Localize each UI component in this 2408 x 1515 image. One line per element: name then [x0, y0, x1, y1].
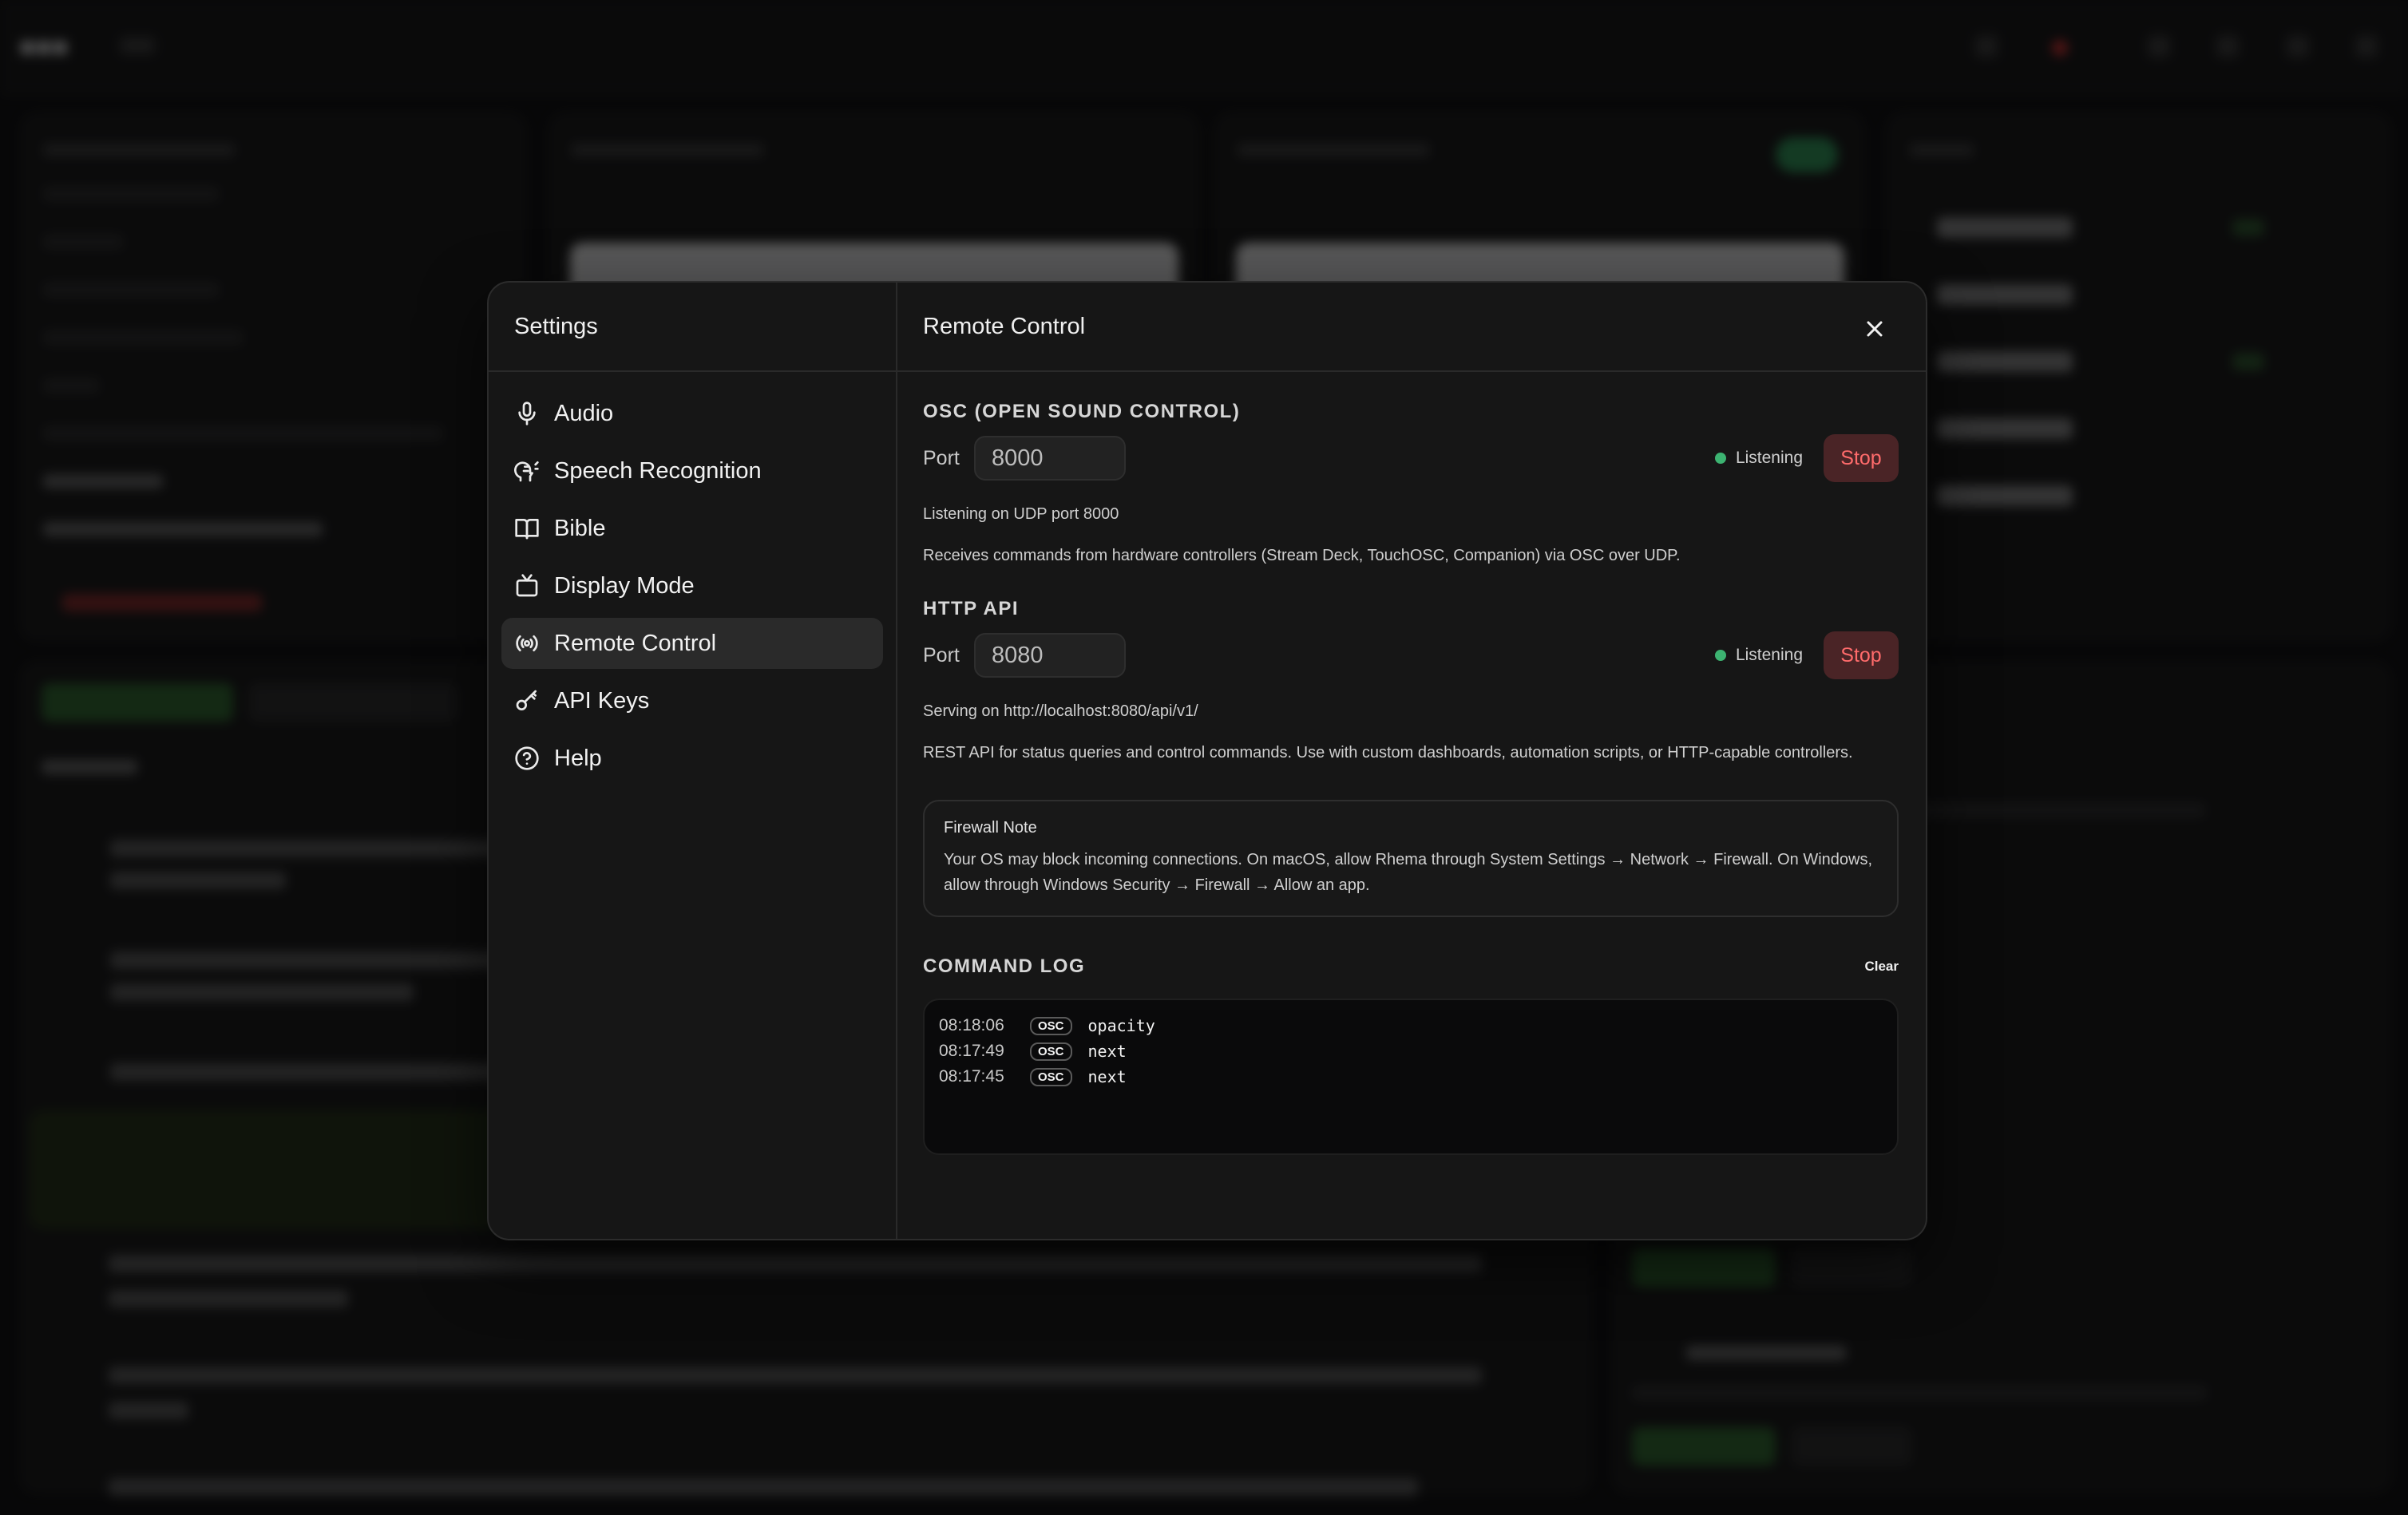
- nav-item-label: Bible: [554, 515, 606, 541]
- osc-port-row: Port Listening Stop: [923, 434, 1899, 482]
- command-log-heading: COMMAND LOG: [923, 955, 1086, 977]
- settings-title: Settings: [489, 283, 896, 372]
- remote-control-pane: Remote Control OSC (OPEN SOUND CONTROL) …: [897, 283, 1926, 1239]
- broadcast-icon: [513, 629, 541, 658]
- osc-heading: OSC (OPEN SOUND CONTROL): [923, 401, 1241, 422]
- osc-port-label: Port: [923, 446, 960, 469]
- clear-log-button[interactable]: Clear: [1864, 959, 1899, 975]
- http-description: REST API for status queries and control …: [923, 744, 1853, 761]
- http-port-input[interactable]: [974, 633, 1126, 678]
- firewall-note-text: Your OS may block incoming connections. …: [944, 851, 1873, 894]
- log-command: opacity: [1087, 1016, 1155, 1035]
- settings-nav: Audio Speech Recognition Bible Display M…: [489, 372, 896, 806]
- http-port-row: Port Listening Stop: [923, 631, 1899, 679]
- nav-item-label: Audio: [554, 400, 614, 426]
- nav-item-label: Speech Recognition: [554, 457, 762, 484]
- osc-status: Listening: [1714, 449, 1803, 468]
- settings-dialog: Settings Audio Speech Recognition Bible: [487, 281, 1927, 1240]
- microphone-icon: [513, 399, 541, 428]
- http-stop-button[interactable]: Stop: [1824, 631, 1899, 679]
- nav-item-remote-control[interactable]: Remote Control: [501, 618, 883, 669]
- nav-item-display-mode[interactable]: Display Mode: [501, 560, 883, 611]
- osc-listening-text: Listening on UDP port 8000: [923, 505, 1119, 523]
- remote-control-content[interactable]: OSC (OPEN SOUND CONTROL) Port Listening …: [897, 374, 1926, 1239]
- log-entry: 08:18:06 OSC opacity: [939, 1013, 1883, 1038]
- key-icon: [513, 686, 541, 715]
- settings-sidebar: Settings Audio Speech Recognition Bible: [489, 283, 897, 1239]
- http-port-label: Port: [923, 643, 960, 667]
- log-entry: 08:17:49 OSC next: [939, 1038, 1883, 1064]
- close-icon[interactable]: [1863, 318, 1886, 340]
- log-command: next: [1087, 1042, 1127, 1061]
- http-status: Listening: [1714, 646, 1803, 665]
- http-status-label: Listening: [1735, 646, 1803, 664]
- firewall-note-title: Firewall Note: [944, 819, 1037, 837]
- tv-icon: [513, 572, 541, 600]
- nav-item-help[interactable]: Help: [501, 733, 883, 784]
- book-icon: [513, 514, 541, 543]
- help-circle-icon: [513, 744, 541, 773]
- osc-status-label: Listening: [1735, 449, 1803, 467]
- status-dot-icon: [1714, 650, 1726, 661]
- pane-title: Remote Control: [923, 313, 1086, 339]
- nav-item-api-keys[interactable]: API Keys: [501, 675, 883, 726]
- command-log[interactable]: 08:18:06 OSC opacity 08:17:49 OSC next 0…: [923, 999, 1899, 1155]
- nav-item-bible[interactable]: Bible: [501, 503, 883, 554]
- log-time: 08:17:49: [939, 1042, 1004, 1060]
- status-dot-icon: [1714, 453, 1726, 464]
- nav-item-label: API Keys: [554, 687, 650, 714]
- osc-stop-button[interactable]: Stop: [1824, 434, 1899, 482]
- firewall-note: Firewall Note Your OS may block incoming…: [923, 800, 1899, 917]
- nav-item-label: Display Mode: [554, 572, 695, 599]
- nav-item-label: Remote Control: [554, 630, 717, 656]
- log-source-badge: OSC: [1030, 1067, 1072, 1086]
- speech-recognition-icon: [513, 457, 541, 485]
- log-time: 08:17:45: [939, 1067, 1004, 1086]
- log-time: 08:18:06: [939, 1016, 1004, 1034]
- nav-item-label: Help: [554, 745, 602, 771]
- nav-item-audio[interactable]: Audio: [501, 388, 883, 439]
- nav-item-speech-recognition[interactable]: Speech Recognition: [501, 445, 883, 496]
- osc-description: Receives commands from hardware controll…: [923, 547, 1681, 564]
- log-source-badge: OSC: [1030, 1042, 1072, 1061]
- http-heading: HTTP API: [923, 598, 1020, 619]
- http-serving-text: Serving on http://localhost:8080/api/v1/: [923, 702, 1198, 720]
- log-command: next: [1087, 1067, 1127, 1086]
- osc-port-input[interactable]: [974, 436, 1126, 481]
- log-entry: 08:17:45 OSC next: [939, 1064, 1883, 1090]
- log-source-badge: OSC: [1030, 1016, 1072, 1035]
